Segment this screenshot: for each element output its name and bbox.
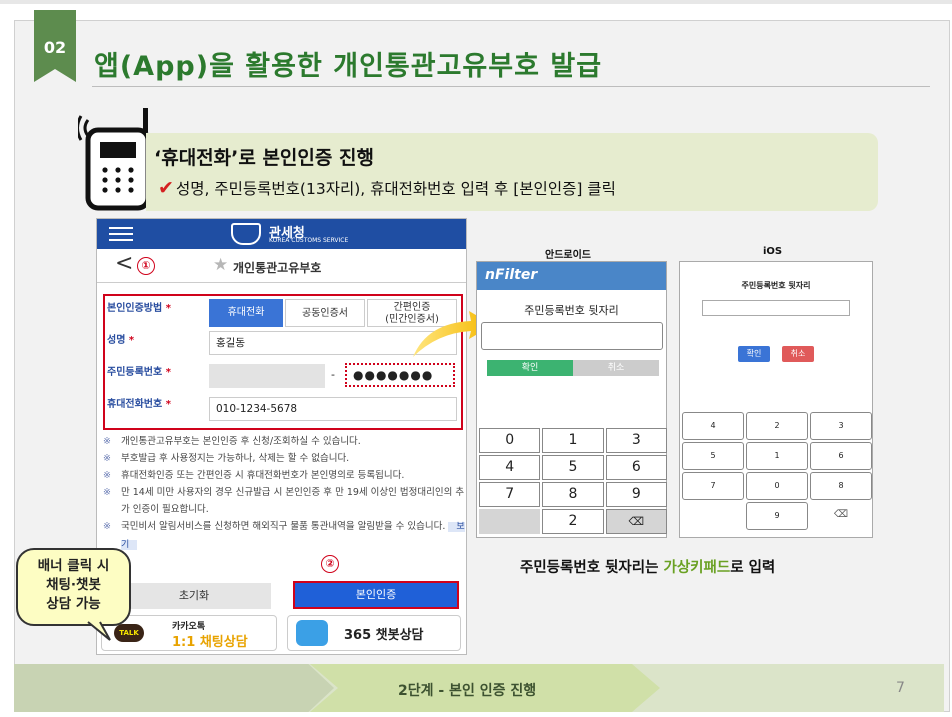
keypad-key[interactable]: 9 bbox=[746, 502, 808, 530]
keypad-key[interactable]: 0 bbox=[746, 472, 808, 500]
keypad-key[interactable]: 6 bbox=[810, 442, 872, 470]
keypad-caption: 주민등록번호 뒷자리는 가상키패드로 입력 bbox=[520, 560, 776, 576]
footer-chevron-left bbox=[14, 664, 334, 712]
verify-identity-button[interactable]: 본인인증 bbox=[293, 581, 459, 609]
step-marker-1: ① bbox=[137, 257, 155, 275]
notice-list: 개인통관고유부호는 본인인증 후 신청/조회하실 수 있습니다. 부호발급 후 … bbox=[103, 433, 465, 554]
title-divider bbox=[92, 86, 930, 87]
hamburger-menu-icon[interactable] bbox=[109, 227, 133, 241]
bubble-tail-icon bbox=[87, 621, 111, 641]
checkmark-icon: ✔ bbox=[158, 177, 174, 199]
rrn-label: 주민등록번호 * bbox=[107, 367, 171, 378]
keypad-key[interactable]: 2 bbox=[542, 509, 604, 534]
top-bar bbox=[0, 0, 952, 4]
android-prompt: 주민등록번호 뒷자리 bbox=[524, 304, 619, 317]
ios-keypad: 4 2 3 5 1 6 7 0 8 9 ⌫ bbox=[682, 412, 872, 530]
keypad-key[interactable]: 1 bbox=[542, 428, 604, 453]
step-marker-2: ② bbox=[321, 555, 339, 573]
page-number: 7 bbox=[896, 680, 905, 696]
reset-button[interactable]: 초기화 bbox=[117, 583, 271, 609]
keypad-key[interactable]: 4 bbox=[682, 412, 744, 440]
auth-method-label: 본인인증방법 * bbox=[107, 303, 171, 314]
org-subname: KOREA CUSTOMS SERVICE bbox=[269, 237, 349, 244]
ios-prompt: 주민등록번호 뒷자리 bbox=[741, 281, 811, 290]
ios-rrn-input[interactable] bbox=[702, 300, 850, 316]
keypad-key[interactable]: 9 bbox=[605, 482, 667, 507]
tab-mobile-phone[interactable]: 휴대전화 bbox=[209, 299, 283, 327]
keypad-key[interactable]: 1 bbox=[746, 442, 808, 470]
backspace-icon[interactable]: ⌫ bbox=[810, 502, 872, 530]
android-keypad-screen: nFilter 주민등록번호 뒷자리 확인 취소 0 1 3 4 5 6 7 8… bbox=[476, 261, 667, 538]
chatbot-banner[interactable]: 365 챗봇상담 bbox=[287, 615, 461, 651]
phone-input[interactable]: 010-1234-5678 bbox=[209, 397, 457, 421]
keypad-key[interactable]: 0 bbox=[479, 428, 541, 453]
keypad-key[interactable]: 3 bbox=[605, 428, 667, 453]
ios-keypad-screen: 주민등록번호 뒷자리 확인 취소 4 2 3 5 1 6 7 0 8 9 ⌫ bbox=[679, 261, 873, 538]
android-label: 안드로이드 bbox=[545, 250, 591, 261]
kakao-chat-banner[interactable]: TALK 카카오톡 1:1 채팅상담 bbox=[101, 615, 277, 651]
keypad-key[interactable]: 7 bbox=[479, 482, 541, 507]
rrn-dash: - bbox=[331, 368, 335, 381]
mobile-phone-icon bbox=[78, 108, 151, 211]
star-icon: ★ bbox=[213, 255, 229, 275]
ios-ok-button[interactable]: 확인 bbox=[738, 346, 770, 362]
keypad-key[interactable]: 3 bbox=[810, 412, 872, 440]
notice-item: 휴대전화인증 또는 간편인증 시 휴대전화번호가 본인명의로 등록됩니다. bbox=[103, 467, 465, 484]
chatbot-label: 365 챗봇상담 bbox=[344, 628, 424, 643]
slide: 0 2 앱(App)을 활용한 개인통관고유부호 발급 ‘휴대전화’로 본인인증 … bbox=[0, 0, 952, 717]
callout-text: 성명, 주민등록번호(13자리), 휴대전화번호 입력 후 [본인인증] 클릭 bbox=[176, 180, 616, 198]
kakaotalk-icon: TALK bbox=[114, 624, 144, 642]
notice-item: 부호발급 후 사용정지는 가능하나, 삭제는 할 수 없습니다. bbox=[103, 450, 465, 467]
page-title: 앱(App)을 활용한 개인통관고유부호 발급 bbox=[94, 51, 603, 82]
notice-item: 만 14세 미만 사용자의 경우 신규발급 시 본인인증 후 만 19세 이상인… bbox=[103, 484, 465, 518]
tab-joint-cert[interactable]: 공동인증서 bbox=[285, 299, 365, 327]
android-rrn-input[interactable] bbox=[481, 322, 663, 350]
keypad-key[interactable]: 5 bbox=[542, 455, 604, 480]
keypad-key[interactable]: 8 bbox=[810, 472, 872, 500]
callout-box: ‘휴대전화’로 본인인증 진행 ✔ 성명, 주민등록번호(13자리), 휴대전화… bbox=[146, 133, 878, 211]
android-keypad: 0 1 3 4 5 6 7 8 9 2 ⌫ bbox=[479, 428, 667, 534]
keypad-key[interactable]: 6 bbox=[605, 455, 667, 480]
backspace-icon[interactable]: ⌫ bbox=[605, 509, 667, 534]
back-arrow-icon[interactable]: < bbox=[115, 251, 133, 276]
chat-banner-tip-bubble: 배너 클릭 시 채팅·챗봇 상담 가능 bbox=[16, 548, 131, 626]
notice-item: 개인통관고유부호는 본인인증 후 신청/조회하실 수 있습니다. bbox=[103, 433, 465, 450]
keypad-blank-key bbox=[479, 509, 541, 534]
keypad-key[interactable]: 2 bbox=[746, 412, 808, 440]
kakao-chat-label: 1:1 채팅상담 bbox=[172, 635, 248, 650]
android-cancel-button[interactable]: 취소 bbox=[573, 360, 659, 376]
customs-emblem-icon bbox=[231, 223, 261, 245]
notice-item: 국민비서 알림서비스를 신청하면 해외직구 물품 통관내역을 알림받을 수 있습… bbox=[103, 518, 465, 554]
name-label: 성명 * bbox=[107, 335, 135, 346]
ios-cancel-button[interactable]: 취소 bbox=[782, 346, 814, 362]
app-nav: < ① ★ 개인통관고유부호 bbox=[97, 249, 466, 283]
android-ok-button[interactable]: 확인 bbox=[487, 360, 573, 376]
nav-title: 개인통관고유부호 bbox=[233, 261, 322, 275]
rrn-back-input[interactable]: ●●●●●●● bbox=[345, 363, 455, 387]
keypad-key[interactable]: 4 bbox=[479, 455, 541, 480]
keypad-key[interactable]: 5 bbox=[682, 442, 744, 470]
keypad-key[interactable]: 7 bbox=[682, 472, 744, 500]
keypad-blank-key bbox=[682, 502, 744, 530]
chatbot-icon bbox=[296, 620, 328, 646]
ios-label: iOS bbox=[763, 246, 783, 257]
keypad-key[interactable]: 8 bbox=[542, 482, 604, 507]
nfilter-header: nFilter bbox=[477, 262, 666, 290]
rrn-front-input[interactable] bbox=[209, 364, 325, 388]
current-step-label: 2단계 - 본인 인증 진행 bbox=[398, 683, 537, 699]
callout-heading: ‘휴대전화’로 본인인증 진행 bbox=[154, 147, 374, 169]
app-screenshot: 관세청 KOREA CUSTOMS SERVICE < ① ★ 개인통관고유부호… bbox=[96, 218, 467, 655]
phone-label: 휴대전화번호 * bbox=[107, 399, 171, 410]
app-header: 관세청 KOREA CUSTOMS SERVICE bbox=[97, 219, 466, 249]
